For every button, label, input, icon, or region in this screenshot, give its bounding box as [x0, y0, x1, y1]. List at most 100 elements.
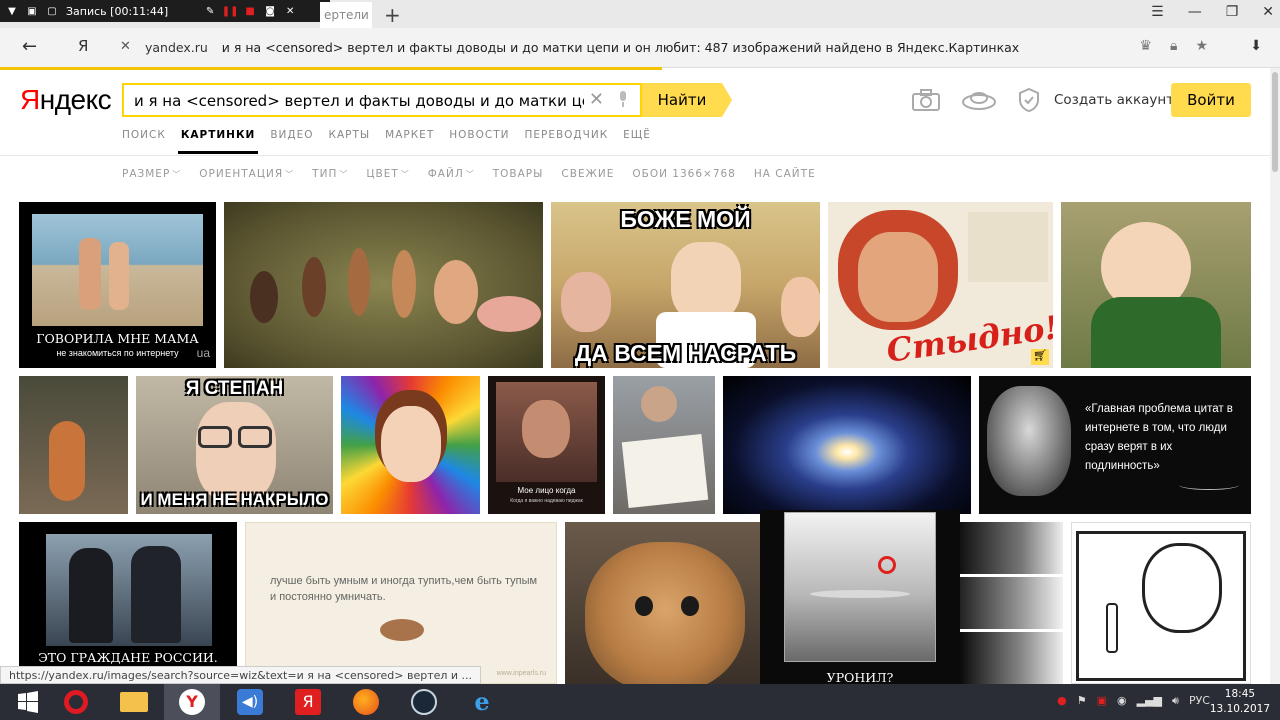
image-result[interactable]: «Главная проблема цитат в интернете в то… [979, 376, 1251, 514]
firefox-icon[interactable] [338, 684, 394, 720]
volume-icon[interactable]: 🔊︎ [1172, 694, 1179, 708]
create-account-link[interactable]: Создать аккаунт [1054, 92, 1174, 108]
audio-app-icon[interactable]: ◀) [222, 684, 278, 720]
search-button[interactable]: Найти [642, 83, 732, 117]
nav-images[interactable]: КАРТИНКИ [177, 128, 259, 154]
meme-caption: ЭТО ГРАЖДАНЕ РОССИИ. [38, 650, 218, 665]
image-result[interactable]: ГОВОРИЛА МНЕ МАМА не знакомиться по инте… [19, 202, 216, 368]
address-field[interactable]: yandex.ru и я на <censored> вертел и фак… [145, 40, 1019, 55]
lock-icon[interactable]: 🔒︎ [1170, 38, 1177, 54]
filter-orientation[interactable]: ОРИЕНТАЦИЯ ﹀ [199, 168, 294, 180]
windows-taskbar: Y ◀) Я e ● ⚑ ▣ ◉ ▂▄▆ 🔊︎ РУС 18:45 13.10.… [0, 684, 1280, 720]
browser-menu-icon[interactable]: ☰ [1151, 4, 1164, 20]
yandex-app-icon[interactable]: Я [280, 684, 336, 720]
opera-icon[interactable] [48, 684, 104, 720]
minimize-icon[interactable]: — [1188, 4, 1202, 20]
recorder-window-icon[interactable]: ▣ [26, 5, 38, 17]
yandex-browser-taskbar-icon[interactable]: Y [164, 684, 220, 720]
stop-icon[interactable]: ■ [244, 5, 256, 17]
image-filters: РАЗМЕР ﹀ ОРИЕНТАЦИЯ ﹀ ТИП ﹀ ЦВЕТ ﹀ ФАЙЛ ﹀ ТОВ… [122, 168, 816, 180]
image-result[interactable] [19, 376, 128, 514]
filter-fresh[interactable]: СВЕЖИЕ [561, 168, 614, 180]
bookmark-star-icon[interactable]: ★ [1195, 38, 1208, 54]
image-result[interactable] [613, 376, 715, 514]
filter-type[interactable]: ТИП ﹀ [312, 168, 348, 180]
nav-more[interactable]: ЕЩЁ [623, 128, 651, 154]
filter-on-site[interactable]: НА САЙТЕ [754, 168, 816, 180]
system-tray: ● ⚑ ▣ ◉ ▂▄▆ 🔊︎ РУС [1057, 694, 1210, 708]
page-scrollbar[interactable] [1270, 68, 1280, 684]
search-input[interactable] [134, 90, 584, 112]
yandex-logo[interactable]: Яндекс [20, 84, 112, 116]
internet-explorer-icon[interactable]: e [454, 684, 510, 720]
coffee-bean-icon [380, 619, 424, 641]
back-arrow-icon[interactable]: ← [22, 36, 37, 57]
nav-translate[interactable]: ПЕРЕВОДЧИК [524, 128, 608, 154]
filter-goods[interactable]: ТОВАРЫ [493, 168, 544, 180]
shield-icon[interactable] [1018, 88, 1040, 112]
image-result[interactable]: БОЖЕ МОЙ ДА ВСЕМ НАСРАТЬ [551, 202, 820, 368]
filter-color[interactable]: ЦВЕТ ﹀ [366, 168, 409, 180]
nav-search[interactable]: ПОИСК [122, 128, 166, 154]
poster-subcaption: Когда я важно надеваю пиджак [510, 498, 583, 504]
browser-tab-strip: ▼ ▣ ▢ Запись [00:11:44] ✎ ❚❚ ■ ◙ ✕ ертел… [0, 0, 1280, 28]
steam-tray-icon[interactable]: ◉ [1117, 694, 1127, 708]
filter-wallpaper[interactable]: ОБОИ 1366×768 [632, 168, 736, 180]
network-icon[interactable]: ▂▄▆ [1137, 694, 1162, 708]
nav-maps[interactable]: КАРТЫ [329, 128, 371, 154]
image-result[interactable] [1071, 522, 1251, 684]
recorder-menu-icon[interactable]: ▼ [6, 5, 18, 17]
filter-size[interactable]: РАЗМЕР ﹀ [122, 168, 181, 180]
flag-icon[interactable]: ⚑ [1077, 694, 1087, 708]
image-result[interactable]: Стыдно! 🛒︎ [828, 202, 1053, 368]
tab-active[interactable]: ертели [320, 2, 372, 28]
image-result[interactable] [224, 202, 543, 368]
close-window-icon[interactable]: ✕ [1262, 4, 1274, 20]
nav-news[interactable]: НОВОСТИ [449, 128, 509, 154]
search-box: ✕ [122, 83, 642, 117]
address-title: и я на <censored> вертел и факты доводы … [221, 40, 1020, 55]
filter-file[interactable]: ФАЙЛ ﹀ [428, 168, 475, 180]
record-indicator-icon[interactable]: ● [1057, 694, 1067, 708]
reader-mode-icon[interactable]: ♛ [1139, 38, 1152, 54]
image-result-hovered[interactable]: УРОНИЛ? [760, 510, 960, 684]
address-bar: ← Я ✕ yandex.ru и я на <censored> вертел… [0, 28, 1280, 68]
clear-search-icon[interactable]: ✕ [589, 89, 604, 110]
image-result[interactable]: Я СТЕПАН И МЕНЯ НЕ НАКРЫЛО [136, 376, 333, 514]
image-result[interactable] [565, 522, 762, 684]
image-result[interactable]: ЭТО ГРАЖДАНЕ РОССИИ. [19, 522, 237, 684]
shopping-cart-icon[interactable]: 🛒︎ [1031, 349, 1049, 365]
nav-market[interactable]: МАРКЕТ [385, 128, 434, 154]
clear-address-icon[interactable]: ✕ [120, 39, 131, 54]
image-result[interactable] [723, 376, 971, 514]
language-indicator[interactable]: РУС [1189, 694, 1210, 708]
nav-video[interactable]: ВИДЕО [270, 128, 313, 154]
logo-first-letter: Я [20, 84, 40, 115]
status-url-tooltip: https://yandex.ru/images/search?source=w… [0, 666, 482, 684]
disk-icon[interactable] [962, 89, 996, 111]
image-result[interactable] [1061, 202, 1251, 368]
file-explorer-icon[interactable] [106, 684, 162, 720]
image-result[interactable]: лучше быть умным и иногда тупить,чем быт… [245, 522, 557, 684]
login-button[interactable]: Войти [1171, 83, 1251, 117]
pause-icon[interactable]: ❚❚ [222, 5, 239, 17]
image-result[interactable] [960, 522, 1063, 684]
scrollbar-thumb[interactable] [1272, 72, 1278, 172]
yandex-browser-icon[interactable]: Я [78, 37, 88, 55]
download-icon[interactable]: ⬇ [1250, 38, 1262, 54]
recorder-region-icon[interactable]: ▢ [46, 5, 58, 17]
restore-icon[interactable]: ❐ [1226, 4, 1239, 20]
close-icon[interactable]: ✕ [284, 5, 296, 17]
poster-caption: Мое лицо когда [517, 486, 576, 495]
image-result[interactable]: Мое лицо когда Когда я важно надеваю пид… [488, 376, 605, 514]
steam-icon[interactable] [396, 684, 452, 720]
new-tab-plus-icon[interactable]: + [384, 3, 401, 27]
image-result[interactable] [341, 376, 480, 514]
camera-search-icon[interactable] [912, 89, 940, 111]
microphone-icon[interactable] [618, 91, 628, 107]
camera-icon[interactable]: ◙ [264, 5, 276, 17]
pen-icon[interactable]: ✎ [204, 5, 216, 17]
taskbar-clock[interactable]: 18:45 13.10.2017 [1210, 687, 1270, 717]
evolution-illustration [250, 248, 541, 332]
security-icon[interactable]: ▣ [1097, 694, 1107, 708]
